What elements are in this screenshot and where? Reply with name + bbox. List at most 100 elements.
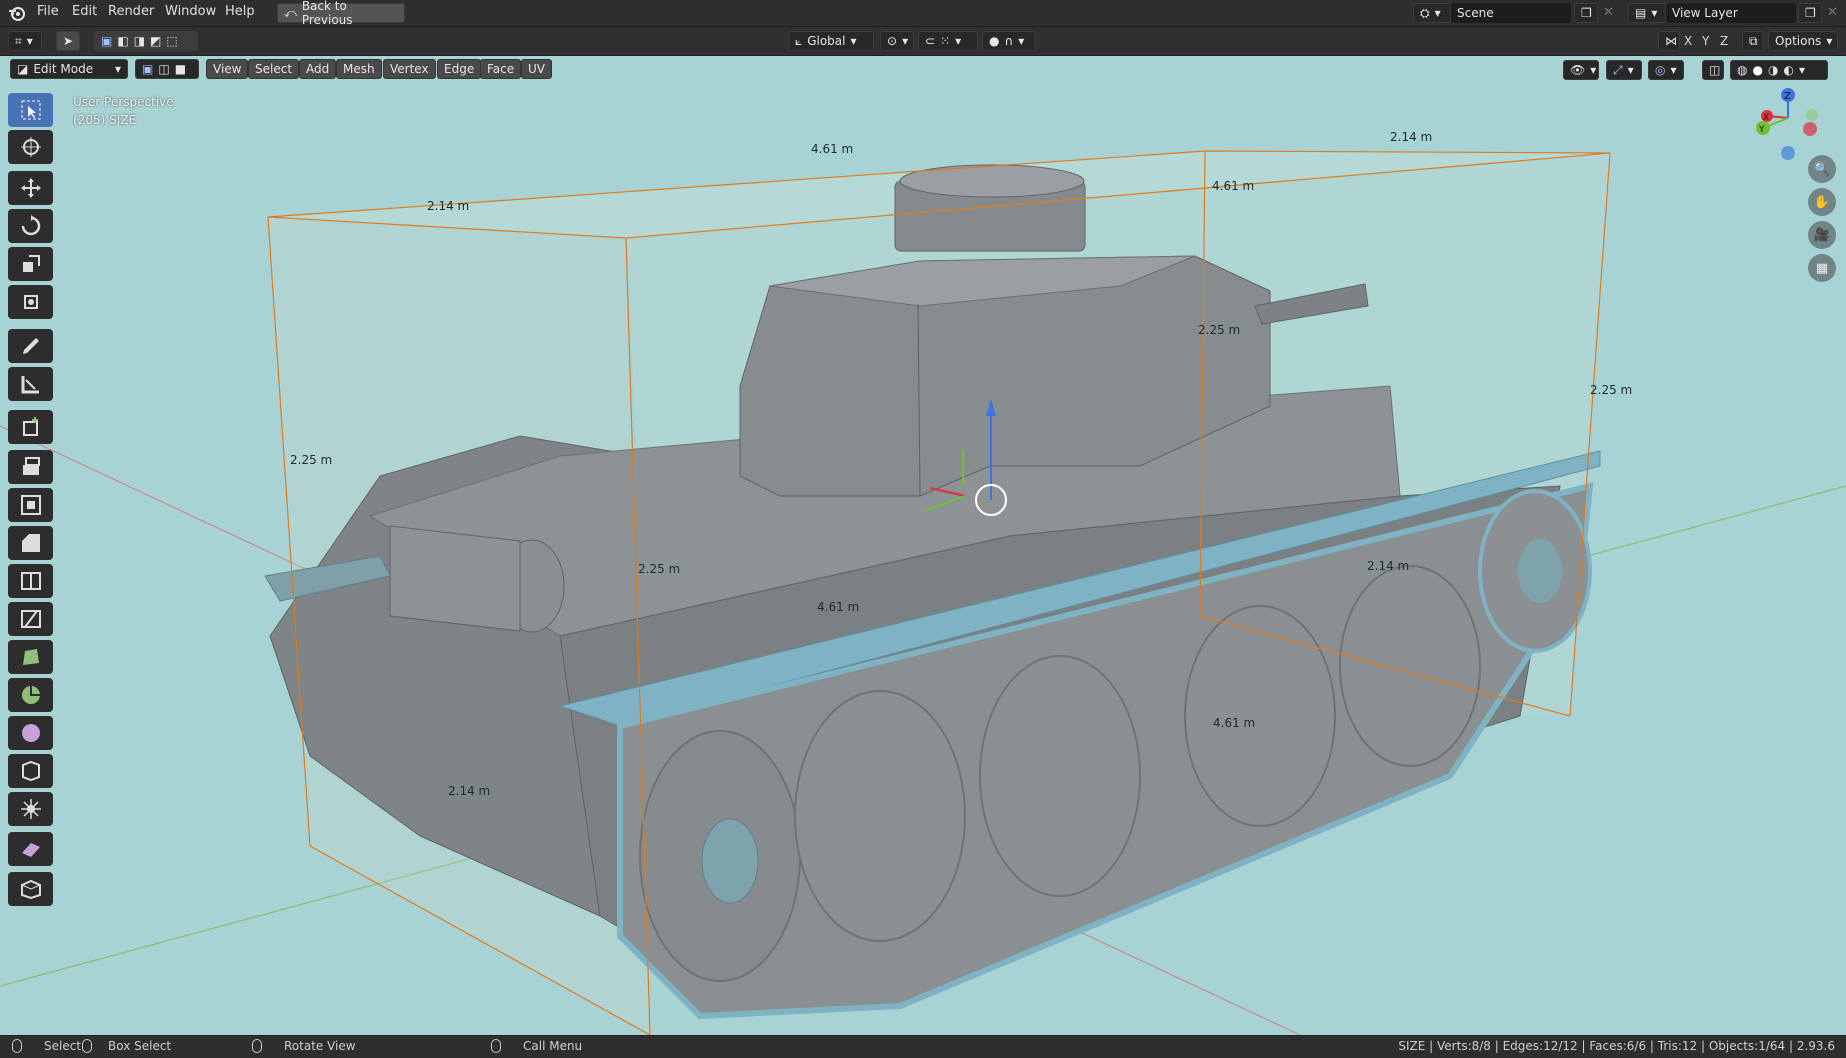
zoom-icon[interactable]: 🔍 [1808, 155, 1836, 183]
camera-view-icon[interactable]: 🎥 [1808, 221, 1836, 249]
menu-file[interactable]: File [37, 4, 59, 19]
mirror-x-toggle[interactable]: X [1684, 34, 1692, 48]
transform-tool[interactable] [8, 285, 53, 319]
mirror-z-toggle[interactable]: Z [1720, 34, 1728, 48]
pivot-icon: ⊙ [887, 34, 898, 48]
topology-icon: ⧉ [1749, 33, 1758, 48]
blender-logo-icon[interactable] [8, 4, 26, 22]
rip-region-icon [20, 879, 41, 900]
auto-merge-button[interactable]: ⋈ [1658, 31, 1680, 51]
perspective-toggle-icon[interactable]: ▦ [1808, 254, 1836, 282]
3d-viewport[interactable]: ◪ Edit Mode ▾ ▣ ◫ ■ View Select Add Mesh Ver… [0, 56, 1846, 1035]
select-box-tool[interactable] [8, 93, 53, 127]
overlays-toggle[interactable]: ◎ ▾ [1648, 60, 1684, 80]
smooth-tool[interactable] [8, 716, 53, 750]
pan-hand-icon[interactable]: ✋ [1808, 188, 1836, 216]
menu-help[interactable]: Help [225, 4, 255, 19]
move-icon [20, 178, 41, 198]
inset-faces-tool[interactable] [8, 488, 53, 522]
scene-name-field[interactable]: Scene [1451, 3, 1571, 23]
shear-tool[interactable] [8, 832, 53, 866]
proportional-icon: ● [989, 34, 1000, 48]
scale-icon [22, 255, 40, 272]
edge-slide-icon [21, 760, 40, 782]
tool-settings-bar: ⌗ ▾ ➤ ▣ ◧ ◨ ◩ ⬚ ⟀ Global ▾ ⊙ ▾ ⊂ ⁙ ▾ ● ∩ ▾ ⋈ X Y… [0, 27, 1846, 56]
navigation-gizmo[interactable]: Z X Y [1745, 88, 1825, 163]
spin-tool[interactable] [8, 678, 53, 712]
select-subtract-icon: ◨ [133, 34, 146, 48]
edge-length-label: 2.14 m [1367, 559, 1410, 573]
bevel-tool[interactable] [8, 526, 53, 560]
material-shading-icon: ◑ [1767, 63, 1779, 77]
pivot-point-dropdown[interactable]: ⊙ ▾ [880, 31, 914, 51]
editor-type-button[interactable]: ⌗ ▾ [8, 31, 42, 51]
options-dropdown[interactable]: Options ▾ [1768, 31, 1838, 51]
chevron-down-icon: ▾ [1826, 34, 1833, 48]
chevron-down-icon: ▾ [1651, 6, 1658, 20]
smooth-icon [21, 724, 40, 742]
edge-length-label: 2.25 m [1198, 323, 1241, 337]
scene-browse-button[interactable]: ⛭ ▾ [1413, 3, 1451, 23]
rip-region-tool[interactable] [8, 872, 53, 906]
poly-build-tool[interactable] [8, 640, 53, 674]
orientation-icon: ⟀ [795, 33, 803, 48]
viewport-menu-select[interactable]: Select [248, 59, 300, 79]
viewport-menu-mesh[interactable]: Mesh [336, 59, 382, 79]
object-visibility-dropdown[interactable]: 👁 ▾ [1563, 60, 1599, 80]
close-view-layer-icon[interactable]: ✕ [1827, 5, 1838, 20]
right-mouse-icon [491, 1039, 501, 1053]
new-scene-button[interactable]: ❐ [1574, 3, 1598, 23]
scale-tool[interactable] [8, 247, 53, 281]
menu-edit[interactable]: Edit [72, 4, 97, 19]
viewport-menu-face[interactable]: Face [480, 59, 522, 79]
bevel-icon [21, 534, 40, 552]
topology-mirror-button[interactable]: ⧉ [1742, 31, 1764, 51]
viewport-menu-view[interactable]: View [206, 59, 249, 79]
edge-length-label: 2.14 m [1390, 130, 1433, 144]
loop-cut-tool[interactable] [8, 564, 53, 598]
menu-render[interactable]: Render [108, 4, 154, 19]
mode-dropdown[interactable]: ◪ Edit Mode ▾ [10, 59, 128, 79]
transform-orientation-dropdown[interactable]: ⟀ Global ▾ [788, 31, 874, 51]
chevron-down-icon: ▾ [114, 62, 121, 76]
chevron-down-icon: ▾ [26, 34, 33, 48]
viewport-menu-uv[interactable]: UV [521, 59, 552, 79]
proportional-editing[interactable]: ● ∩ ▾ [982, 31, 1036, 51]
gizmo-toggle[interactable]: ⤢ ▾ [1606, 60, 1642, 80]
cursor-tool[interactable] [8, 130, 53, 164]
snap-settings[interactable]: ⊂ ⁙ ▾ [918, 31, 978, 51]
measure-tool[interactable] [8, 367, 53, 401]
select-mode-buttons[interactable]: ▣ ◫ ■ [135, 59, 199, 79]
rotate-icon [21, 215, 40, 236]
close-scene-icon[interactable]: ✕ [1603, 5, 1614, 20]
edge-length-label: 4.61 m [1213, 716, 1256, 730]
viewport-scene [0, 150, 1846, 1035]
chevron-down-icon: ▾ [1434, 6, 1441, 20]
viewport-menu-vertex[interactable]: Vertex [383, 59, 436, 79]
move-tool[interactable] [8, 171, 53, 205]
viewport-menu-add[interactable]: Add [299, 59, 337, 79]
back-to-previous-button[interactable]: ⤺ Back to Previous [277, 0, 405, 27]
scene-statistics: SIZE | Verts:8/8 | Edges:12/12 | Faces:6… [1398, 1039, 1835, 1053]
knife-tool[interactable] [8, 602, 53, 636]
copy-icon: ❐ [1805, 6, 1816, 20]
viewport-menu-edge[interactable]: Edge [437, 59, 482, 79]
view-layer-browse-button[interactable]: ▤ ▾ [1628, 3, 1666, 23]
rotate-tool[interactable] [8, 209, 53, 243]
new-view-layer-button[interactable]: ❐ [1798, 3, 1822, 23]
edge-slide-tool[interactable] [8, 754, 53, 788]
tool-cursor-button[interactable]: ➤ [56, 31, 80, 51]
view-layer-name-field[interactable]: View Layer [1666, 3, 1796, 23]
shading-mode-buttons[interactable]: ◍ ● ◑ ◐ ▾ [1730, 60, 1828, 80]
selection-mode-buttons[interactable]: ▣ ◧ ◨ ◩ ⬚ [94, 31, 198, 51]
menu-window[interactable]: Window [165, 4, 216, 19]
extrude-tool[interactable] [8, 450, 53, 484]
loop-cut-icon [20, 572, 41, 590]
annotate-tool[interactable] [8, 329, 53, 363]
add-cube-tool[interactable] [8, 410, 53, 444]
xray-toggle[interactable]: ◫ [1702, 60, 1724, 80]
edge-length-label: 2.14 m [448, 784, 491, 798]
shrink-fatten-tool[interactable] [8, 792, 53, 826]
snap-magnet-icon: ⊂ [925, 34, 936, 48]
mirror-y-toggle[interactable]: Y [1702, 34, 1709, 48]
